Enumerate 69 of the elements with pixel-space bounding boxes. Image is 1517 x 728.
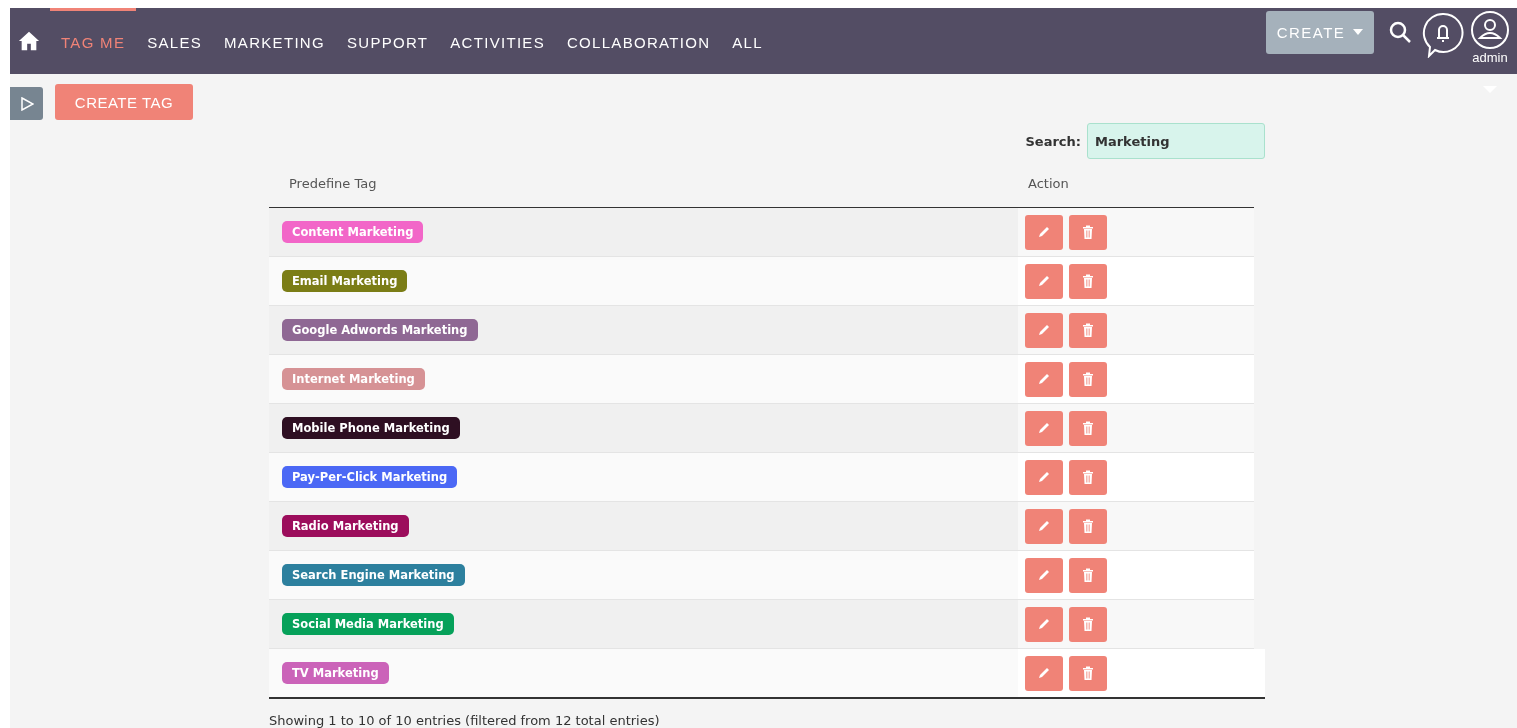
trash-icon: [1080, 665, 1096, 681]
caret-icon: [1353, 29, 1364, 35]
delete-button[interactable]: [1069, 263, 1107, 299]
edit-button[interactable]: [1025, 214, 1063, 250]
edit-button[interactable]: [1025, 508, 1063, 544]
column-header: Predefine Tag: [288, 175, 378, 191]
nav-tab[interactable]: COLLABORATION: [556, 8, 722, 74]
nav-tab[interactable]: SALES: [136, 8, 214, 74]
tag-label: Search Engine Marketing: [282, 564, 465, 586]
trash-icon: [1080, 224, 1096, 240]
home-icon[interactable]: [18, 30, 40, 52]
column-header: Action: [1028, 175, 1069, 191]
trash-icon: [1080, 420, 1096, 436]
edit-button[interactable]: [1025, 459, 1063, 495]
trash-icon: [1080, 518, 1096, 534]
delete-button[interactable]: [1069, 361, 1107, 397]
delete-button[interactable]: [1069, 410, 1107, 446]
nav-tab[interactable]: ACTIVITIES: [439, 8, 556, 74]
delete-button[interactable]: [1069, 312, 1107, 348]
table-info-text: Showing 1 to 10 of 10 entries (filtered from 12 total entries): [269, 713, 661, 728]
tag-label: Internet Marketing: [282, 368, 425, 390]
edit-button[interactable]: [1025, 557, 1063, 593]
delete-button[interactable]: [1069, 606, 1107, 642]
tag-label: Pay-Per-Click Marketing: [282, 466, 458, 488]
edit-button[interactable]: [1025, 410, 1063, 446]
delete-button[interactable]: [1069, 214, 1107, 250]
search-label: Search:: [1025, 133, 1081, 149]
tag-label: TV Marketing: [282, 662, 389, 684]
search-field[interactable]: Marketing: [1087, 123, 1265, 159]
delete-button[interactable]: [1069, 508, 1107, 544]
edit-button[interactable]: [1025, 655, 1063, 691]
delete-button[interactable]: [1069, 655, 1107, 691]
tag-label: Radio Marketing: [282, 515, 409, 537]
pencil-icon: [1036, 371, 1052, 387]
edit-button[interactable]: [1025, 263, 1063, 299]
pencil-icon: [1036, 322, 1052, 338]
pencil-icon: [1036, 224, 1052, 240]
pencil-icon: [1036, 518, 1052, 534]
tag-label: Social Media Marketing: [282, 613, 454, 635]
search-icon[interactable]: [1388, 20, 1412, 44]
pencil-icon: [1036, 665, 1052, 681]
trash-icon: [1080, 371, 1096, 387]
trash-icon: [1080, 273, 1096, 289]
tag-label: Content Marketing: [282, 221, 424, 243]
tag-label: Email Marketing: [282, 270, 408, 292]
pencil-icon: [1036, 420, 1052, 436]
edit-button[interactable]: [1025, 361, 1063, 397]
bell-icon[interactable]: [1422, 12, 1464, 58]
pencil-icon: [1036, 567, 1052, 583]
trash-icon: [1080, 322, 1096, 338]
pencil-icon: [1036, 273, 1052, 289]
user-avatar-icon[interactable]: [1470, 9, 1510, 50]
nav-tab[interactable]: ALL: [721, 8, 774, 74]
trash-icon: [1080, 567, 1096, 583]
play-triangle-icon: [19, 96, 34, 111]
sidebar-toggle-button[interactable]: [10, 87, 43, 120]
nav-tab[interactable]: MARKETING: [213, 8, 336, 74]
tag-label: Google Adwords Marketing: [282, 319, 478, 341]
pencil-icon: [1036, 616, 1052, 632]
pencil-icon: [1036, 469, 1052, 485]
nav-tab[interactable]: SUPPORT: [335, 8, 440, 74]
edit-button[interactable]: [1025, 312, 1063, 348]
user-name[interactable]: admin: [1472, 49, 1508, 65]
delete-button[interactable]: [1069, 557, 1107, 593]
trash-icon: [1080, 469, 1096, 485]
edit-button[interactable]: [1025, 606, 1063, 642]
trash-icon: [1080, 616, 1096, 632]
tag-label: Mobile Phone Marketing: [282, 417, 460, 439]
delete-button[interactable]: [1069, 459, 1107, 495]
